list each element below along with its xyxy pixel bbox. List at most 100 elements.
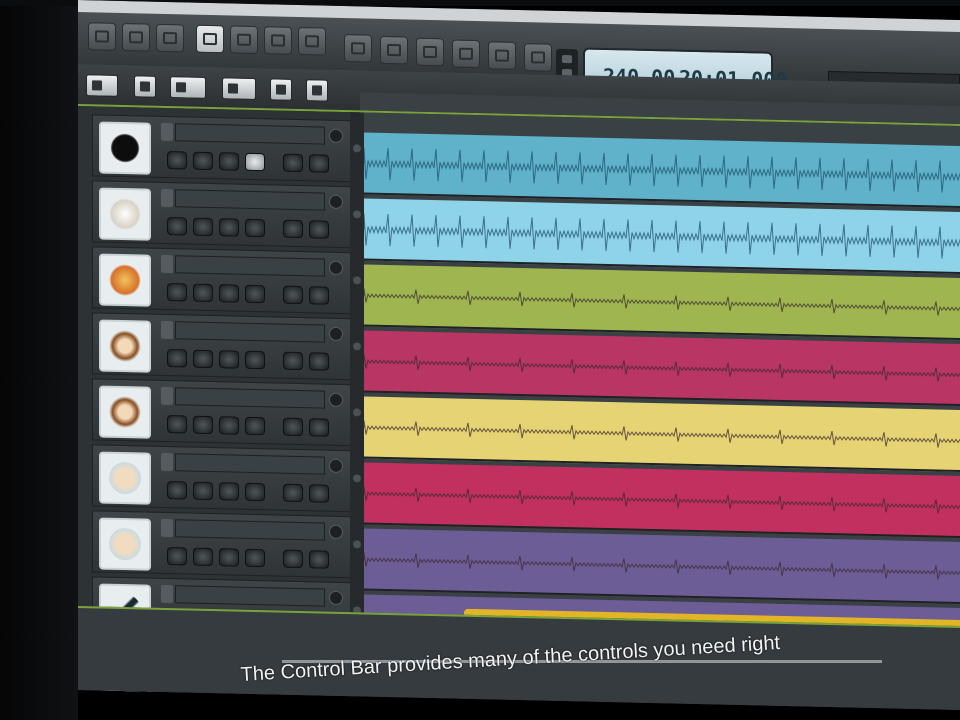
record-arm-button[interactable] [219,152,239,171]
arrangement-area[interactable] [364,112,960,671]
record-arm-button[interactable] [219,416,239,435]
track-power-icon[interactable] [329,458,343,474]
monitor-button[interactable] [245,416,265,436]
solo-button[interactable] [193,217,213,237]
volume-knob[interactable] [309,286,329,305]
volume-knob[interactable] [309,484,329,503]
track-power-icon[interactable] [329,128,343,144]
track-name-field[interactable] [175,387,325,409]
track-header[interactable] [92,378,354,447]
grid-button[interactable] [122,22,150,52]
track-name-field[interactable] [175,123,325,145]
monitor-button[interactable] [245,350,265,370]
solo-button[interactable] [193,415,213,435]
track-header[interactable] [92,114,354,183]
zoom-tool-button[interactable] [222,77,256,101]
monitor-button[interactable] [245,218,265,238]
track-grip-icon[interactable] [161,452,173,472]
window-button[interactable] [196,24,224,54]
track-lane[interactable] [364,396,960,473]
record-arm-button[interactable] [219,218,239,237]
record-button[interactable] [452,39,480,69]
volume-knob[interactable] [309,154,329,173]
track-name-field[interactable] [175,453,325,475]
fx-button[interactable] [283,549,303,569]
track-thumbnail[interactable] [99,517,151,571]
track-power-icon[interactable] [329,194,343,210]
fx-button[interactable] [283,483,303,503]
track-grip-icon[interactable] [161,386,173,406]
fx-button[interactable] [298,26,326,56]
track-header[interactable] [92,312,354,381]
snap-tool-button[interactable] [270,78,292,101]
pointer-tool-button[interactable] [86,74,118,97]
track-thumbnail[interactable] [99,385,151,439]
track-header[interactable] [92,510,354,579]
fx-button[interactable] [283,351,303,371]
volume-knob[interactable] [309,550,329,569]
mute-button[interactable] [167,349,187,368]
split-button[interactable] [264,26,292,55]
metronome-button[interactable] [524,43,552,72]
stop-button[interactable] [380,35,408,65]
track-lane[interactable] [364,132,960,209]
record-arm-button[interactable] [219,350,239,369]
track-lane[interactable] [364,264,960,341]
edit-button[interactable] [230,25,258,55]
track-grip-icon[interactable] [161,518,173,538]
volume-knob[interactable] [309,220,329,239]
track-power-icon[interactable] [329,260,343,276]
track-header[interactable] [92,180,354,249]
solo-button[interactable] [193,283,213,303]
volume-knob[interactable] [309,352,329,371]
track-grip-icon[interactable] [161,122,173,142]
track-name-field[interactable] [175,189,325,211]
mute-button[interactable] [167,481,187,500]
track-thumbnail[interactable] [99,451,151,505]
monitor-button[interactable] [245,482,265,502]
rewind-button[interactable] [344,34,372,63]
track-name-field[interactable] [175,255,325,277]
track-thumbnail[interactable] [99,121,151,175]
fx-button[interactable] [283,417,303,437]
track-power-icon[interactable] [329,524,343,540]
mute-button[interactable] [167,283,187,302]
mute-button[interactable] [167,547,187,566]
solo-button[interactable] [193,547,213,567]
track-thumbnail[interactable] [99,253,151,307]
solo-button[interactable] [193,151,213,171]
track-name-field[interactable] [175,585,325,607]
track-lane[interactable] [364,330,960,407]
track-name-field[interactable] [175,321,325,343]
mute-button[interactable] [167,415,187,434]
fx-button[interactable] [283,285,303,305]
track-power-icon[interactable] [329,590,343,606]
pencil-tool-button[interactable] [134,75,156,98]
volume-knob[interactable] [309,418,329,437]
monitor-button[interactable] [245,548,265,568]
record-arm-button[interactable] [219,482,239,501]
track-header[interactable] [92,444,354,513]
mute-button[interactable] [167,217,187,236]
track-lane[interactable] [364,198,960,275]
track-header[interactable] [92,246,354,315]
track-grip-icon[interactable] [161,320,173,340]
mute-button[interactable] [167,151,187,170]
track-grip-icon[interactable] [161,188,173,208]
track-thumbnail[interactable] [99,187,151,241]
solo-button[interactable] [193,349,213,369]
solo-button[interactable] [193,481,213,501]
marker-tool-button[interactable] [306,79,328,102]
monitor-button[interactable] [245,152,265,172]
play-button[interactable] [416,37,444,67]
list-button[interactable] [156,23,184,53]
mixer-button[interactable] [88,22,116,51]
record-arm-button[interactable] [219,284,239,303]
fx-button[interactable] [283,153,303,173]
track-lane[interactable] [364,528,960,605]
track-grip-icon[interactable] [161,584,173,604]
loop-button[interactable] [488,41,516,70]
scissors-tool-button[interactable] [170,76,206,99]
monitor-button[interactable] [245,284,265,304]
track-name-field[interactable] [175,519,325,541]
